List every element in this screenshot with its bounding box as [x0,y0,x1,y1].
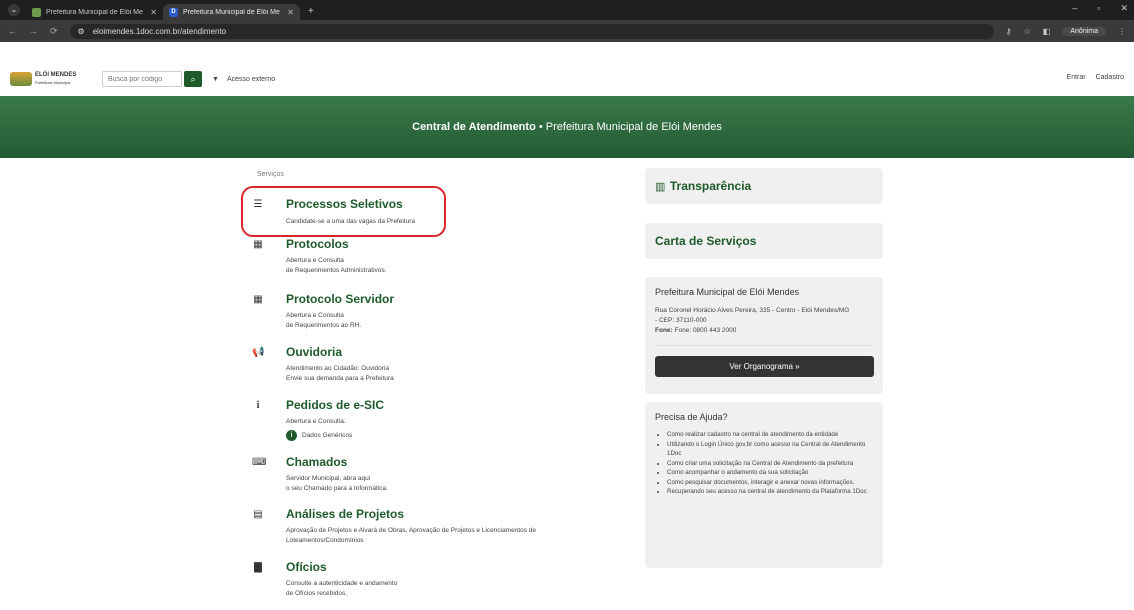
service-description: Aprovação de Projetos e Alvará de Obras,… [286,527,537,544]
list-icon: ☰ [253,199,263,210]
browser-tab[interactable]: Prefeitura Municipal de Elói Me ✕ [26,4,163,20]
keyboard-icon: ⌨ [252,457,267,468]
help-link[interactable]: Como criar uma solicitação na Central de… [667,459,873,469]
tab-title: Prefeitura Municipal de Elói Me [46,8,143,16]
service-title[interactable]: Processos Seletivos [286,197,403,211]
new-tab-button[interactable]: + [308,6,314,17]
banner-separator: • [535,121,546,133]
prefecture-info-card: Prefeitura Municipal de Elói Mendes Rua … [645,277,883,394]
star-icon[interactable]: ☆ [1024,27,1031,36]
close-tab-icon[interactable]: ✕ [287,8,294,17]
help-title: Precisa de Ajuda? [655,412,728,422]
crest-icon [10,72,32,86]
site-header: ELÓI MENDES Prefeitura Municipal ⌕ ▼ Ace… [0,62,1134,96]
chart-icon: ▥ [655,181,666,193]
tab-search-button[interactable]: ⌄ [8,4,20,16]
e-sic-generic-data-link[interactable]: i Dados Genéricos [286,430,352,441]
prefecture-name: Prefeitura Municipal de Elói Mendes [655,287,800,297]
transparency-card[interactable]: ▥ Transparência [645,168,883,204]
browser-tab-bar: ⌄ Prefeitura Municipal de Elói Me ✕ D Pr… [0,0,1134,20]
search-button[interactable]: ⌕ [184,71,202,87]
documents-icon: ▤ [253,509,263,520]
service-charter-title[interactable]: Carta de Serviços [655,234,756,248]
more-menu-icon[interactable]: ⋮ [1118,27,1126,36]
header-auth-links: Entrar Cadastro [1067,74,1124,81]
info-circle-icon: i [286,430,297,441]
help-list: Como realizar cadastro na central de ate… [655,430,873,497]
service-description: Atendimento ao Cidadão: Ouvidoria Envie … [286,365,394,382]
file-icon: ▇ [254,562,262,573]
logo-subtitle: Prefeitura Municipal [35,80,71,85]
banner-title: Central de Atendimento [412,121,536,133]
service-description: Servidor Municipal, abra aqui o seu Cham… [286,475,388,492]
service-description: Consulte a autenticidade e andamento de … [286,580,398,597]
service-title[interactable]: Chamados [286,455,347,469]
chevron-down-icon[interactable]: ▼ [212,76,219,83]
highlight-annotation [241,186,446,237]
org-chart-button[interactable]: Ver Organograma » [655,356,874,377]
service-title[interactable]: Pedidos de e-SIC [286,398,384,412]
site-favicon [32,7,41,17]
help-link[interactable]: Como pesquisar documentos, interagir e a… [667,478,873,488]
site-info-icon[interactable]: ⚙ [78,27,85,36]
service-title[interactable]: Protocolo Servidor [286,292,394,306]
help-link[interactable]: Como realizar cadastro na central de ate… [667,430,873,440]
help-card: Precisa de Ajuda? Como realizar cadastro… [645,402,883,568]
service-description: Candidate-se a uma das vagas da Prefeitu… [286,218,415,225]
transparency-title[interactable]: Transparência [670,179,751,193]
sidepanel-icon[interactable]: ◧ [1043,27,1051,36]
back-icon[interactable]: ← [8,26,17,36]
browser-tab-active[interactable]: D Prefeitura Municipal de Elói Me ✕ [163,4,300,20]
incognito-profile-badge[interactable]: Anônima [1062,26,1106,36]
service-title[interactable]: Análises de Projetos [286,507,404,521]
service-description: Abertura e Consulta de Requerimentos ao … [286,312,362,329]
phone-label: Fone: [655,327,673,334]
service-title[interactable]: Ouvidoria [286,345,342,359]
service-title[interactable]: Ofícios [286,560,327,574]
forward-icon[interactable]: → [29,26,38,36]
search-input[interactable] [102,71,182,87]
services-label: Serviços [257,171,284,178]
service-charter-card[interactable]: Carta de Serviços [645,223,883,259]
site-logo[interactable]: ELÓI MENDES Prefeitura Municipal [10,72,90,86]
info-icon: i [256,400,260,411]
page-banner: Central de Atendimento • Prefeitura Muni… [0,96,1134,158]
window-controls: – ▫ ✕ [1072,3,1128,14]
register-link[interactable]: Cadastro [1096,74,1124,81]
minimize-icon[interactable]: – [1072,3,1077,14]
site-favicon: D [169,7,178,17]
url-text: eloimendes.1doc.com.br/atendimento [92,26,227,36]
divider [655,345,873,346]
restore-icon[interactable]: ▫ [1097,3,1100,14]
close-window-icon[interactable]: ✕ [1120,3,1128,14]
service-description: Abertura e Consulta. [286,418,346,425]
generic-data-label[interactable]: Dados Genéricos [302,432,352,439]
qr-icon: ▦ [253,239,263,250]
help-link[interactable]: Utilizando o Login Único gov.br como ace… [667,440,873,459]
reload-icon[interactable]: ⟳ [50,26,58,37]
qr-icon: ▦ [253,294,263,305]
logo-name: ELÓI MENDES [35,72,77,78]
banner-subtitle: Prefeitura Municipal de Elói Mendes [545,121,722,133]
prefecture-phone: Fone: 0800 443 2000 [674,327,737,334]
close-tab-icon[interactable]: ✕ [150,8,157,17]
service-description: Abertura e Consulta de Requerimentos Adm… [286,257,387,274]
help-link[interactable]: Recuperando seu acesso na central de ate… [667,487,873,497]
service-title[interactable]: Protocolos [286,237,349,251]
search-icon: ⌕ [190,74,196,84]
help-link[interactable]: Como acompanhar o andamento da sua solic… [667,468,873,478]
external-access-link[interactable]: Acesso externo [227,76,275,83]
address-bar[interactable]: ⚙ eloimendes.1doc.com.br/atendimento [69,23,994,39]
tab-title: Prefeitura Municipal de Elói Me [183,8,280,16]
login-link[interactable]: Entrar [1067,74,1086,81]
browser-toolbar: ← → ⟳ ⚙ eloimendes.1doc.com.br/atendimen… [0,20,1134,42]
megaphone-icon: 📢 [252,347,265,358]
prefecture-address: Rua Coronel Horácio Alves Pereira, 335 -… [655,307,850,324]
key-icon[interactable]: ⚷ [1006,27,1012,36]
toolbar-actions: ⚷ ☆ ◧ Anônima ⋮ [1006,26,1126,36]
